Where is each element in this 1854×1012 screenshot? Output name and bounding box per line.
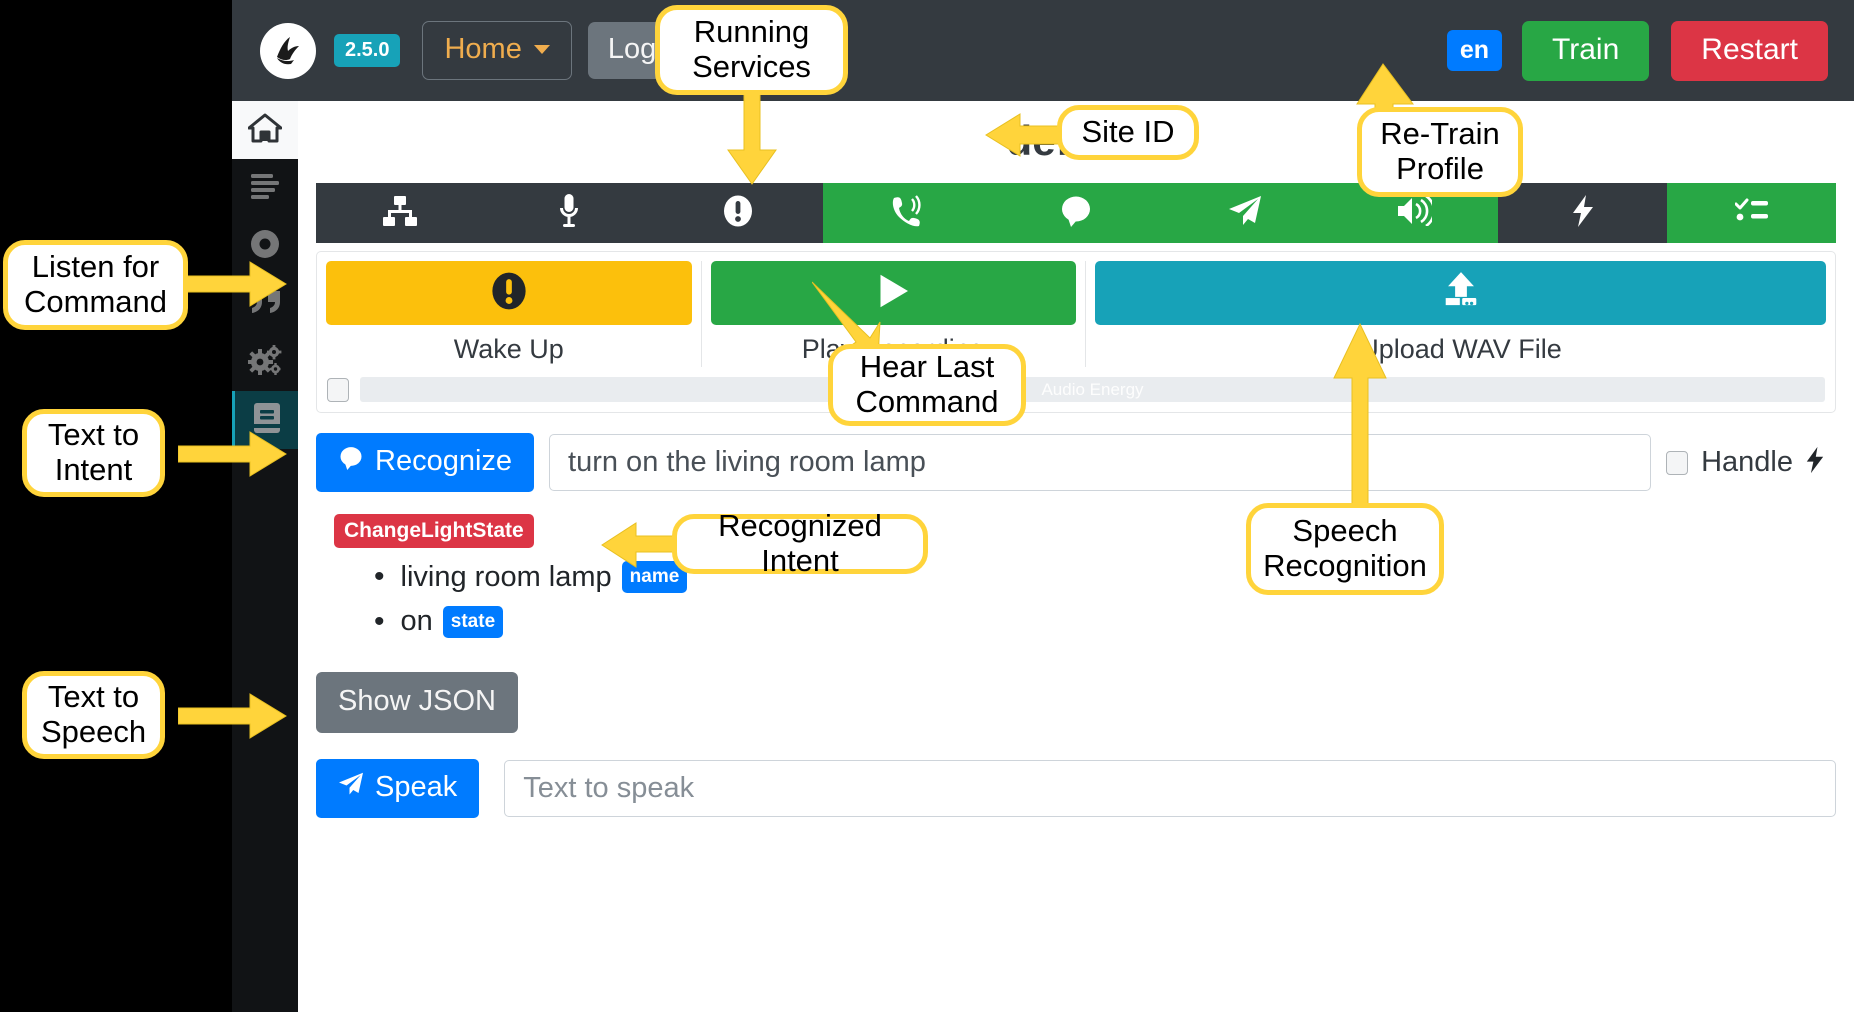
recognize-input[interactable] xyxy=(549,434,1651,491)
annotation-retrain-profile: Re-Train Profile xyxy=(1357,107,1523,197)
bolt-icon xyxy=(1572,195,1594,232)
annotation-site-id: Site ID xyxy=(1057,105,1199,160)
version-badge: 2.5.0 xyxy=(334,34,400,67)
microphone-icon xyxy=(558,194,580,233)
audio-actions-card: Wake Up Play Recording xyxy=(316,251,1836,413)
slot-tag: state xyxy=(443,606,503,638)
audio-energy-checkbox[interactable] xyxy=(327,378,349,402)
main-content: default xyxy=(298,101,1854,1012)
upload-wav-column: Upload WAV File xyxy=(1085,261,1835,367)
lines-list-icon xyxy=(249,173,281,204)
service-status-bar xyxy=(316,183,1836,243)
annotation-recognized-intent: Recognized Intent xyxy=(672,514,928,574)
recognized-intent-block: ChangeLightState living room lamp name o… xyxy=(334,514,1836,642)
service-microphone[interactable] xyxy=(485,183,654,243)
speak-row: Speak xyxy=(316,759,1836,818)
annotation-speech-recognition: Speech Recognition xyxy=(1246,503,1444,595)
service-dialogue[interactable] xyxy=(1667,183,1836,243)
volume-up-icon xyxy=(1396,196,1432,231)
paper-plane-icon xyxy=(1228,195,1262,232)
phone-volume-icon xyxy=(890,195,924,232)
handle-checkbox[interactable] xyxy=(1666,451,1688,475)
annotation-running-services: Running Services xyxy=(655,5,848,95)
annotation-hear-last-command: Hear Last Command xyxy=(828,344,1026,426)
language-badge[interactable]: en xyxy=(1447,30,1502,71)
arrow-listen-for-command xyxy=(178,258,288,310)
service-intent-handling[interactable] xyxy=(1498,183,1667,243)
show-json-button[interactable]: Show JSON xyxy=(316,672,518,733)
audio-energy-bar: Audio Energy xyxy=(360,377,1825,402)
sidebar-item-sentences[interactable] xyxy=(232,159,298,217)
service-wake[interactable] xyxy=(654,183,823,243)
action-button-row: Wake Up Play Recording xyxy=(317,261,1835,367)
intent-name-badge: ChangeLightState xyxy=(334,514,534,548)
wake-up-column: Wake Up xyxy=(317,261,701,367)
sidebar-item-settings[interactable] xyxy=(232,333,298,391)
list-item: on state xyxy=(374,602,1836,643)
tasks-checklist-icon xyxy=(1735,198,1769,229)
service-voice-detection[interactable] xyxy=(823,183,992,243)
sitemap-icon xyxy=(382,196,418,231)
sidebar-rail xyxy=(232,101,298,1012)
annotation-text-to-speech: Text to Speech xyxy=(22,671,165,759)
top-navbar: 2.5.0 Home Log en Train Restart xyxy=(232,0,1854,101)
rhasspy-logo-icon[interactable] xyxy=(260,23,316,79)
audio-energy-label: Audio Energy xyxy=(1041,380,1143,400)
exclamation-circle-icon xyxy=(491,272,527,315)
slot-value: living room lamp xyxy=(401,558,612,597)
bolt-icon xyxy=(1806,446,1824,479)
speak-button-label: Speak xyxy=(375,771,457,804)
comment-icon xyxy=(338,445,364,478)
arrow-text-to-speech xyxy=(178,690,288,742)
arrow-text-to-intent xyxy=(178,428,288,480)
wake-up-button[interactable] xyxy=(326,261,692,325)
home-icon xyxy=(248,113,282,148)
wake-up-label: Wake Up xyxy=(326,325,692,367)
speak-button[interactable]: Speak xyxy=(316,759,479,818)
file-upload-icon xyxy=(1441,272,1481,315)
sidebar-item-home[interactable] xyxy=(232,101,298,159)
handle-label: Handle xyxy=(1701,446,1793,479)
restart-button[interactable]: Restart xyxy=(1671,21,1828,81)
speak-input[interactable] xyxy=(504,760,1836,817)
list-item: living room lamp name xyxy=(374,557,1836,598)
recognize-button-label: Recognize xyxy=(375,445,512,478)
audio-energy-row: Audio Energy xyxy=(317,367,1835,402)
annotation-listen-for-command: Listen for Command xyxy=(3,240,188,330)
train-button[interactable]: Train xyxy=(1522,21,1649,81)
gears-icon xyxy=(248,345,282,380)
comment-icon xyxy=(1059,195,1093,232)
recognize-button[interactable]: Recognize xyxy=(316,433,534,492)
service-intent-recognition[interactable] xyxy=(1160,183,1329,243)
handle-toggle-group: Handle xyxy=(1666,446,1836,479)
upload-wav-button[interactable] xyxy=(1095,261,1826,325)
service-mqtt[interactable] xyxy=(316,183,485,243)
arrow-speech-recognition xyxy=(1330,318,1390,518)
service-speech-to-text[interactable] xyxy=(992,183,1161,243)
exclamation-circle-icon xyxy=(723,195,753,232)
arrow-running-services xyxy=(722,88,782,188)
annotation-text-to-intent: Text to Intent xyxy=(22,409,165,497)
screenshot-root: 2.5.0 Home Log en Train Restart xyxy=(0,0,1854,1012)
play-recording-button[interactable] xyxy=(711,261,1077,325)
home-dropdown-label: Home xyxy=(444,33,521,66)
upload-wav-label: Upload WAV File xyxy=(1095,325,1826,367)
home-dropdown[interactable]: Home xyxy=(422,21,571,80)
recognize-row: Recognize Handle xyxy=(316,433,1836,492)
slot-value: on xyxy=(401,602,433,641)
intent-slot-list: living room lamp name on state xyxy=(374,557,1836,642)
paper-plane-icon xyxy=(338,771,364,804)
chevron-down-icon xyxy=(534,45,550,54)
